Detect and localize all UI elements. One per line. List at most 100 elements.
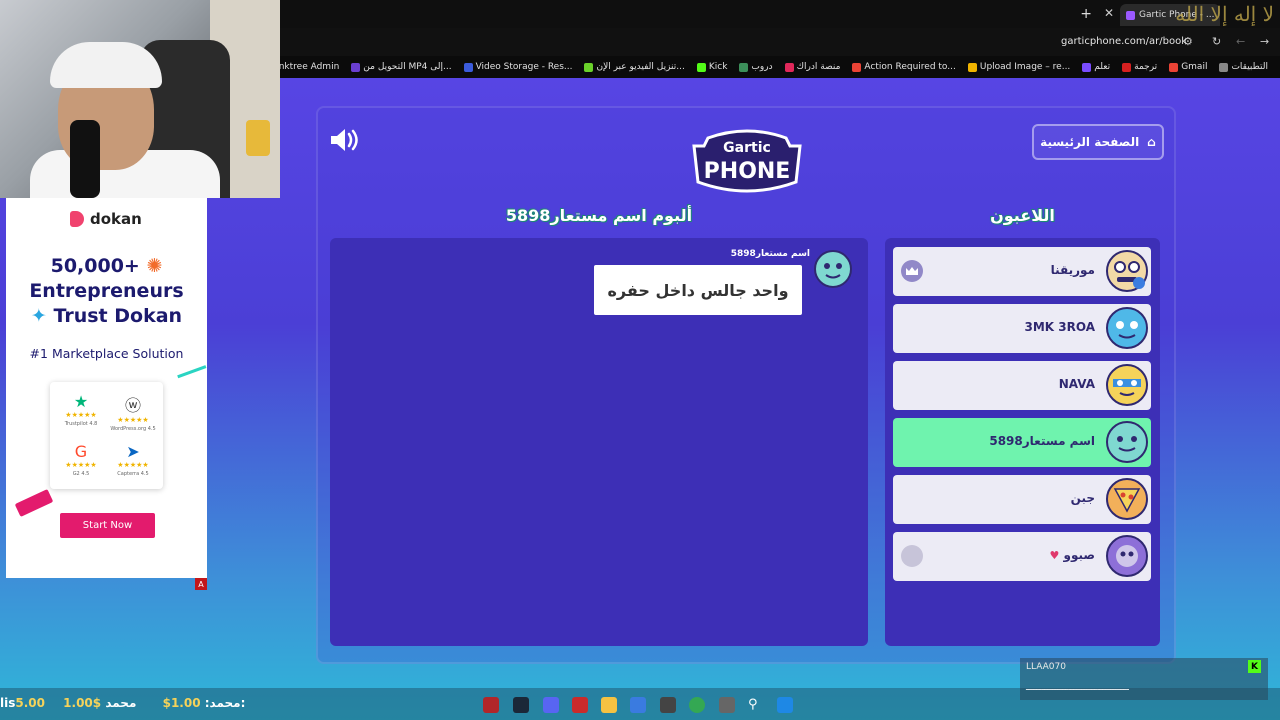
corner-calligraphy: لا إله إلا الله: [1175, 2, 1274, 26]
obs-icon[interactable]: [660, 697, 676, 713]
discord-icon[interactable]: [543, 697, 559, 713]
player-row[interactable]: NAVA: [893, 361, 1151, 410]
kick-logo-icon: K: [1248, 660, 1261, 673]
svg-text:Gartic: Gartic: [723, 140, 771, 156]
chrome-icon[interactable]: [689, 697, 705, 713]
task-view-icon[interactable]: [719, 697, 735, 713]
storage-icon: [463, 62, 473, 72]
player-row[interactable]: جبن: [893, 475, 1151, 524]
rating-capterra: ➤ ★★★★★ Capterra 4.5: [108, 442, 158, 477]
new-tab-icon[interactable]: +: [1080, 6, 1092, 22]
player-name: جبن: [1070, 491, 1095, 505]
apps-grid-icon: [1219, 62, 1229, 72]
download-icon: [584, 62, 594, 72]
windows-start-icon[interactable]: [777, 697, 793, 713]
forward-icon[interactable]: ←: [1236, 35, 1245, 48]
bookmark-edraak[interactable]: منصة ادراك: [784, 62, 840, 72]
players-title: اللاعبون: [990, 206, 1055, 225]
kick-chat-message: ـــــــــــــــــــــــــــــــــــــــ: [1026, 683, 1130, 693]
gartic-favicon-icon: [1126, 10, 1135, 20]
rating-wordpress: ⓦ ★★★★★ WordPress.org 4.5: [108, 392, 158, 432]
learn-icon: [1082, 62, 1092, 72]
ad-choices-badge[interactable]: A: [195, 578, 207, 590]
kick-icon: [696, 62, 706, 72]
player-row[interactable]: 3MK 3ROA: [893, 304, 1151, 353]
player-row-active[interactable]: اسم مستعار5898: [893, 418, 1151, 467]
rating-g2: G ★★★★★ G2 4.5: [56, 442, 106, 477]
dokan-logo-icon: [70, 211, 84, 227]
steam-icon[interactable]: [513, 697, 529, 713]
player-name: اسم مستعار5898: [989, 434, 1095, 448]
ratings-card: ★ ★★★★★ Trustpilot 4.8 ⓦ ★★★★★ WordPress.org…: [50, 382, 163, 489]
bookmark-translate[interactable]: ترجمة: [1122, 62, 1157, 72]
bookmark-kick[interactable]: Kick: [696, 62, 727, 72]
sparkle-icon: ✺: [146, 255, 163, 277]
author-avatar-icon: [814, 250, 852, 288]
bookmark-action-required[interactable]: Action Required to...: [852, 62, 956, 72]
search-icon[interactable]: ⚲: [748, 697, 764, 713]
bookmark-gmail[interactable]: Gmail: [1169, 62, 1207, 72]
kick-player-icon[interactable]: [901, 545, 923, 567]
player-avatar-icon: [1106, 307, 1148, 349]
droob-icon: [739, 62, 749, 72]
player-name: ♥ صبوو: [1049, 548, 1095, 562]
ribbon-decoration: [14, 489, 54, 517]
ad-subline: #1 Marketplace Solution: [29, 346, 184, 361]
convert-icon: [351, 62, 361, 72]
ad-headline: 50,000+ ✺ Entrepreneurs ✦ Trust Dokan: [29, 255, 184, 327]
crown-icon: [901, 260, 923, 282]
dokan-ad[interactable]: dokan 50,000+ ✺ Entrepreneurs ✦ Trust Do…: [6, 198, 209, 578]
upload-icon: [967, 62, 977, 72]
webcam-microphone: [70, 120, 100, 198]
edraak-icon: [784, 62, 794, 72]
player-name: NAVA: [1058, 377, 1095, 391]
bookmark-droob[interactable]: دروب: [739, 62, 773, 72]
player-name: موريقنا: [1050, 263, 1095, 277]
wordpress-icon: ⓦ: [124, 396, 141, 415]
bookmark-learn[interactable]: تعلم: [1082, 62, 1110, 72]
webcam-cap: [50, 42, 162, 88]
bookmark-apps[interactable]: التطبيقات: [1219, 62, 1268, 72]
gartic-phone-logo[interactable]: Gartic PHONE: [688, 124, 806, 196]
kick-chat-user: LLAA070: [1026, 662, 1066, 672]
g2-icon: G: [74, 442, 88, 461]
rating-trustpilot: ★ ★★★★★ Trustpilot 4.8: [56, 392, 106, 427]
ad-brand: dokan: [70, 210, 142, 228]
player-row[interactable]: موريقنا: [893, 247, 1151, 296]
bookmark-video-download[interactable]: تنزيل الفيديو عبر الإن...: [584, 62, 685, 72]
url-field[interactable]: garticphone.com/ar/book: [1061, 36, 1187, 47]
capterra-icon: ➤: [126, 442, 140, 461]
player-name: 3MK 3ROA: [1024, 320, 1095, 334]
bookmark-video-storage[interactable]: Video Storage - Res...: [463, 62, 572, 72]
spark-icon: ✦: [30, 305, 47, 327]
album-title: ألبوم اسم مستعار5898: [505, 206, 693, 225]
player-avatar-icon: [1106, 478, 1148, 520]
ad-start-now-button[interactable]: Start Now: [60, 513, 155, 538]
donation-ticker: lis5.00 1.00$ محمد: 1.00$ محمد:: [0, 696, 246, 710]
player-avatar-icon: [1106, 535, 1148, 577]
home-button[interactable]: الصفحة الرئيسية ⌂: [1032, 124, 1164, 160]
reload-icon[interactable]: ↻: [1212, 35, 1221, 48]
home-icon: ⌂: [1147, 135, 1156, 149]
back-icon[interactable]: →: [1260, 35, 1269, 48]
record-app-icon[interactable]: [483, 697, 499, 713]
trustpilot-icon: ★: [73, 392, 89, 411]
bookmark-mp4-convert[interactable]: التحويل من MP4 إلى...: [351, 62, 452, 72]
store-icon[interactable]: [630, 697, 646, 713]
player-avatar-icon: [1106, 250, 1148, 292]
webcam-jar: [246, 120, 270, 156]
player-row[interactable]: ♥ صبوو: [893, 532, 1151, 581]
album-message-bubble: واحد جالس داخل حفره: [594, 265, 802, 315]
zigzag-decoration: [177, 365, 209, 385]
webcam-feed: [0, 0, 280, 198]
bookmark-upload-image[interactable]: Upload Image – re...: [967, 62, 1070, 72]
file-explorer-icon[interactable]: [601, 697, 617, 713]
player-avatar-icon: [1106, 421, 1148, 463]
heart-icon: ♥: [1049, 549, 1060, 562]
message-author: اسم مستعار5898: [730, 249, 810, 259]
close-tab-icon[interactable]: ✕: [1104, 6, 1114, 20]
sound-toggle-icon[interactable]: [328, 124, 360, 156]
voicemeeter-icon[interactable]: [572, 697, 588, 713]
gmail-icon: [1169, 62, 1179, 72]
youtube-icon: [1122, 62, 1132, 72]
